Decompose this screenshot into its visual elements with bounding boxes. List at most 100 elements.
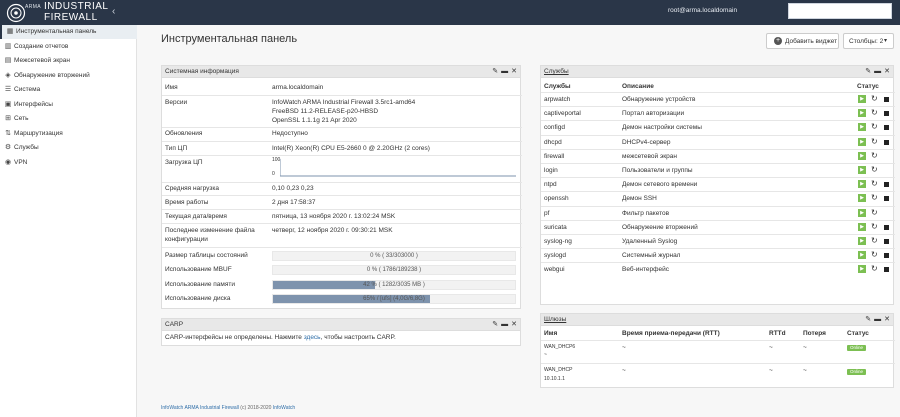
service-description: Системный журнал (622, 252, 681, 260)
divider (162, 155, 522, 156)
service-name: suricata (544, 223, 567, 231)
panel-title: Системная информация (165, 68, 239, 75)
add-widget-button[interactable]: + Добавить виджет (766, 33, 839, 49)
stop-icon[interactable] (884, 97, 889, 102)
service-running-icon[interactable]: ▶ (858, 222, 866, 231)
service-name: dhcpd (544, 138, 562, 146)
panel-header: Службы ✎ ▬ ✕ (541, 66, 893, 78)
divider (541, 163, 895, 164)
service-running-icon[interactable]: ▶ (858, 265, 866, 274)
stop-icon[interactable] (884, 253, 889, 259)
interfaces-icon: ▣ (4, 101, 12, 108)
stop-icon[interactable] (884, 125, 889, 131)
sidebar-item-reports[interactable]: ▥ Создание отчетов (0, 40, 137, 54)
services-panel: Службы ✎ ▬ ✕ Службы Описание Статус arpwat… (540, 65, 895, 305)
service-name: syslogd (544, 252, 567, 260)
service-running-icon[interactable]: ▶ (858, 123, 866, 132)
disk-label: Использование диска (165, 295, 231, 302)
restart-icon[interactable]: ↻ (871, 179, 878, 188)
sidebar-collapse-icon[interactable]: ‹ (112, 6, 115, 17)
carp-configure-link[interactable]: здесь (304, 334, 321, 341)
network-icon: ⊞ (5, 115, 11, 122)
updates-label: Обновления (165, 130, 203, 137)
service-running-icon[interactable]: ▶ (858, 95, 866, 103)
edit-icon[interactable]: ✎ (865, 68, 871, 75)
gateway-rttd: ~ (769, 367, 773, 374)
stop-icon[interactable] (884, 139, 889, 145)
stop-icon[interactable] (884, 267, 889, 273)
uptime-value: 2 дня 17:58:37 (272, 199, 316, 206)
edit-icon[interactable]: ✎ (492, 321, 498, 328)
restart-icon[interactable]: ↻ (871, 264, 878, 273)
sidebar-item-services[interactable]: ⚙ Службы (0, 141, 137, 155)
restart-icon[interactable]: ↻ (871, 151, 878, 160)
service-running-icon[interactable]: ▶ (858, 237, 866, 245)
version-line: OpenSSL 1.1.1g 21 Apr 2020 (272, 117, 357, 124)
search-input[interactable] (788, 3, 892, 19)
restart-icon[interactable]: ↻ (871, 250, 878, 259)
restart-icon[interactable]: ↻ (871, 108, 878, 117)
close-icon[interactable]: ✕ (511, 321, 517, 328)
restart-icon[interactable]: ↻ (871, 222, 878, 231)
sidebar-item-network[interactable]: ⊞ Сеть (0, 112, 137, 126)
stop-icon[interactable] (884, 196, 889, 202)
divider (541, 120, 895, 122)
version-line: InfoWatch ARMA Industrial Firewall 3.5rc… (272, 99, 416, 106)
service-running-icon[interactable]: ▶ (858, 251, 866, 260)
divider (541, 191, 895, 193)
columns-select[interactable]: Столбцы: 2 ▾ (843, 33, 894, 49)
restart-icon[interactable]: ↻ (871, 236, 878, 245)
close-icon[interactable]: ✕ (884, 316, 890, 323)
service-running-icon[interactable]: ▶ (858, 166, 866, 174)
stop-icon[interactable] (884, 182, 889, 188)
sidebar-item-system[interactable]: ☰ Система (0, 83, 137, 97)
service-running-icon[interactable]: ▶ (858, 109, 866, 118)
minimize-icon[interactable]: ▬ (874, 68, 881, 75)
minimize-icon[interactable]: ▬ (501, 68, 508, 75)
config-label: Последнее изменение файла (165, 227, 255, 234)
minimize-icon[interactable]: ▬ (501, 321, 508, 328)
service-running-icon[interactable]: ▶ (858, 151, 866, 160)
datetime-label: Текущая дата/время (165, 213, 227, 220)
sidebar-item-ids[interactable]: ◈ Обнаружение вторжений (0, 69, 137, 83)
sidebar-item-routing[interactable]: ⇅ Маршрутизация (0, 127, 137, 141)
footer-product-link[interactable]: InfoWatch ARMA Industrial Firewall (161, 405, 239, 411)
panel-title[interactable]: Службы (544, 68, 569, 75)
restart-icon[interactable]: ↻ (871, 165, 878, 174)
stop-icon[interactable] (884, 224, 889, 230)
current-user[interactable]: root@arma.localdomain (668, 7, 737, 14)
sidebar-item-firewall[interactable]: ▤ Межсетевой экран (0, 54, 137, 68)
minimize-icon[interactable]: ▬ (874, 316, 881, 323)
carp-text: CARP-интерфейсы не определены. Нажмите (165, 334, 304, 341)
edit-icon[interactable]: ✎ (492, 68, 498, 75)
sidebar-item-vpn[interactable]: ◉ VPN (0, 156, 137, 170)
memory-label: Использование памяти (165, 281, 235, 288)
restart-icon[interactable]: ↻ (871, 208, 878, 217)
sidebar-item-dashboard[interactable]: ▦ Инструментальная панель (0, 25, 137, 39)
close-icon[interactable]: ✕ (884, 68, 890, 75)
stop-icon[interactable] (884, 111, 889, 117)
restart-icon[interactable]: ↻ (871, 193, 878, 202)
service-description: Демон SSH (622, 195, 657, 203)
page-title: Инструментальная панель (161, 33, 298, 45)
close-icon[interactable]: ✕ (511, 68, 517, 75)
restart-icon[interactable]: ↻ (871, 137, 878, 146)
divider (541, 92, 895, 93)
restart-icon[interactable]: ↻ (871, 94, 878, 103)
edit-icon[interactable]: ✎ (865, 316, 871, 323)
sidebar-item-label: Сеть (14, 115, 29, 122)
carp-text: , чтобы настроить CARP. (320, 334, 396, 341)
service-running-icon[interactable]: ▶ (858, 208, 866, 217)
footer-company-link[interactable]: InfoWatch (273, 405, 295, 411)
state-table-label: Размер таблицы состояний (165, 252, 248, 259)
service-running-icon[interactable]: ▶ (858, 180, 866, 189)
stop-icon[interactable] (884, 239, 889, 244)
service-running-icon[interactable]: ▶ (858, 194, 866, 203)
cpu-graph-min: 0 (272, 171, 275, 177)
restart-icon[interactable]: ↻ (871, 122, 878, 131)
sidebar-item-interfaces[interactable]: ▣ Интерфейсы (0, 98, 137, 112)
columns-label: Столбцы: 2 (849, 38, 884, 45)
service-running-icon[interactable]: ▶ (858, 137, 866, 146)
service-name: pf (544, 209, 550, 217)
panel-title[interactable]: Шлюзы (544, 316, 566, 323)
